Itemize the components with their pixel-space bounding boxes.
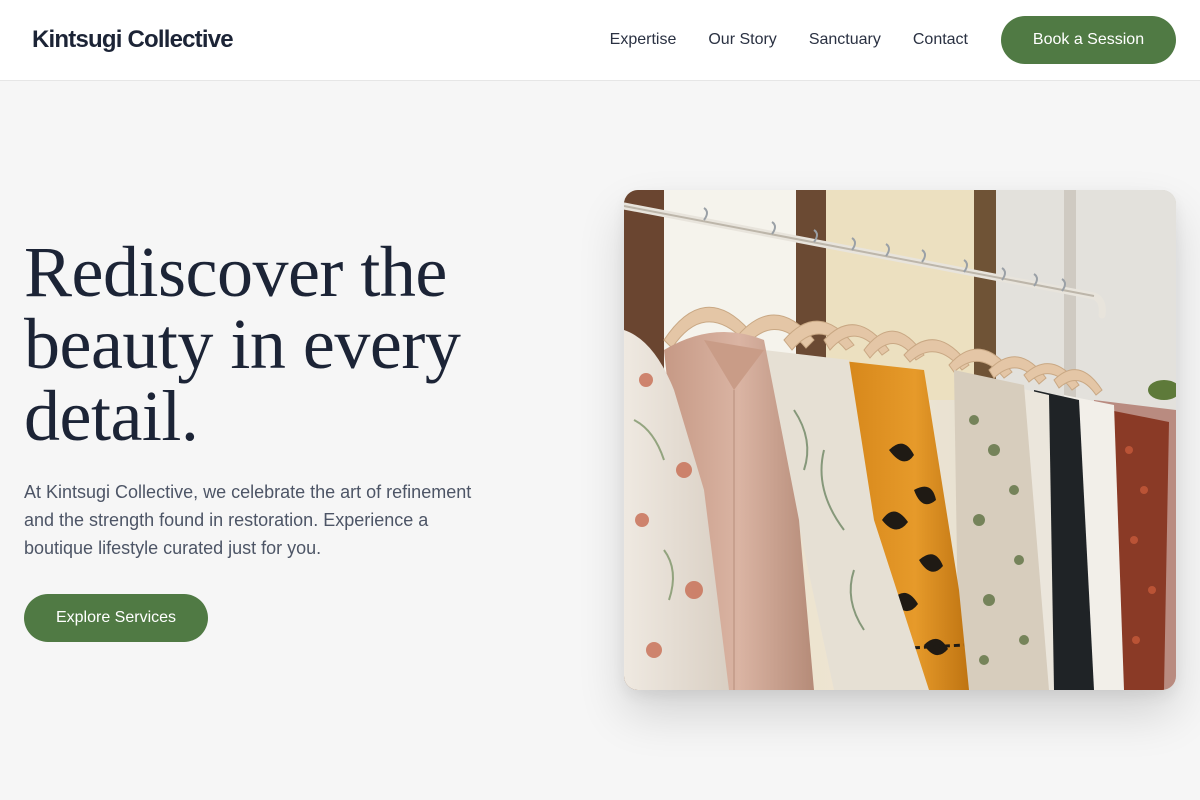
nav-link-sanctuary[interactable]: Sanctuary bbox=[809, 30, 881, 50]
hero-description: At Kintsugi Collective, we celebrate the… bbox=[24, 482, 472, 558]
hero-image bbox=[624, 190, 1176, 690]
nav-link-contact[interactable]: Contact bbox=[913, 30, 968, 50]
nav-link-our-story[interactable]: Our Story bbox=[708, 30, 776, 50]
main-nav: Expertise Our Story Sanctuary Contact bbox=[610, 0, 968, 80]
brand-logo[interactable]: Kintsugi Collective bbox=[32, 25, 234, 55]
hero-title: Rediscover the beauty in every detail. bbox=[24, 232, 461, 456]
clothing-rack-photo bbox=[624, 190, 1176, 690]
book-session-button[interactable]: Book a Session bbox=[1001, 16, 1176, 64]
nav-link-expertise[interactable]: Expertise bbox=[610, 30, 677, 50]
explore-services-button[interactable]: Explore Services bbox=[24, 594, 208, 642]
site-header: Kintsugi Collective Expertise Our Story … bbox=[0, 0, 1200, 81]
